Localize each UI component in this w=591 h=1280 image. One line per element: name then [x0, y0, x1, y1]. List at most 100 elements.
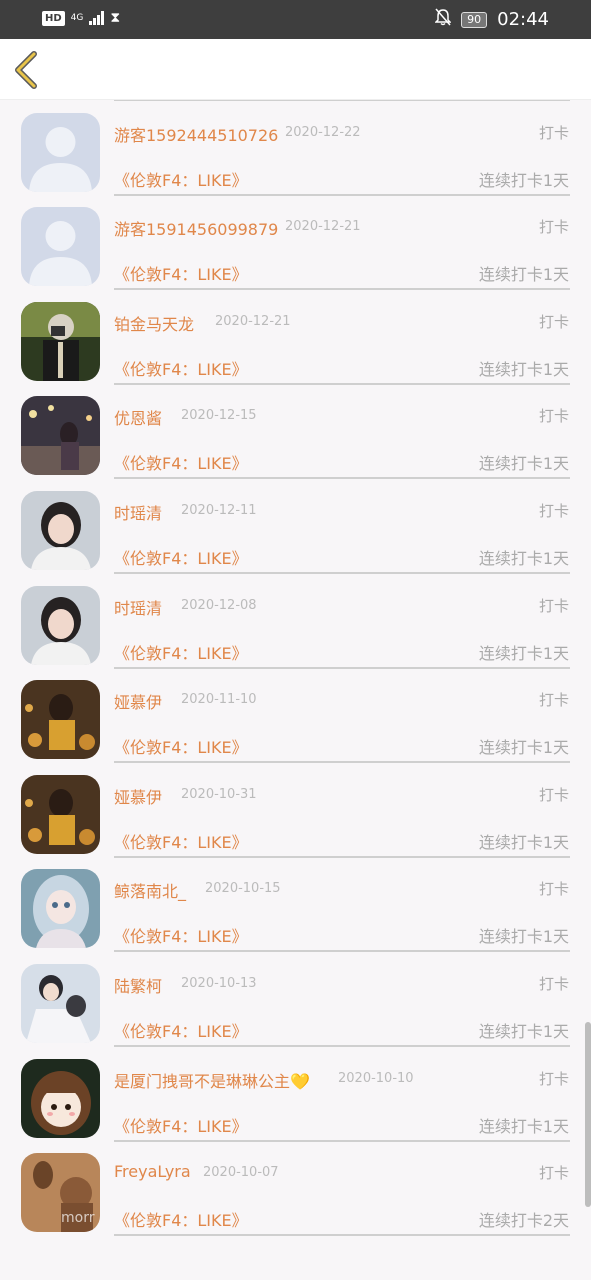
list-item[interactable]: 是厦门拽哥不是琳琳公主💛 2020-10-10 打卡 《伦敦F4：LIKE》 连续打卡1… [0, 1053, 591, 1148]
checkin-label: 打卡 [538, 312, 569, 331]
book-title[interactable]: 《伦敦F4：LIKE》 [114, 640, 248, 664]
checkin-date: 2020-12-22 [285, 124, 361, 140]
list-item[interactable]: morr FreyaLyra 2020-10-07 打卡《伦敦F4：LIKE》 连续打卡… [0, 1147, 591, 1242]
list-item[interactable]: 时瑶清 2020-12-08 打卡《伦敦F4：LIKE》 连续打卡1天 [0, 580, 591, 675]
list-item[interactable]: 《伦敦F4：LIKE》连续打卡1天 [0, 99, 591, 107]
checkin-label: 打卡 [538, 975, 569, 993]
row-divider [114, 288, 570, 291]
checkin-date: 2020-12-11 [181, 503, 257, 518]
row-divider [114, 761, 570, 764]
streak-label: 连续打卡1天 [478, 927, 569, 947]
hourglass-icon: ⧗ [110, 10, 121, 26]
network-type: 4G [70, 12, 84, 23]
avatar[interactable] [21, 112, 100, 192]
user-name[interactable]: 娅慕伊 [114, 689, 162, 713]
streak-label: 连续打卡1天 [478, 170, 569, 190]
checkin-date: 2020-12-15 [181, 408, 257, 424]
checkin-label: 打卡 [538, 218, 569, 237]
list-item[interactable]: 时瑶清 2020-12-11 打卡《伦敦F4：LIKE》 连续打卡1天 [0, 485, 591, 580]
streak-label: 连续打卡1天 [478, 738, 569, 758]
mute-bell-icon [434, 8, 452, 31]
user-name[interactable]: 陆繁柯 [114, 973, 162, 997]
user-name[interactable]: 是厦门拽哥不是琳琳公主💛 [114, 1068, 310, 1092]
streak-label: 连续打卡1天 [478, 359, 569, 379]
streak-label: 连续打卡2天 [478, 1211, 569, 1231]
streak-label: 连续打卡1天 [478, 1022, 569, 1041]
avatar[interactable] [21, 491, 100, 570]
list-item[interactable]: 游客1591456099879 2020-12-21 打卡 《伦敦F4：LIKE》 连续… [0, 201, 591, 296]
avatar-watermark: morr [61, 1210, 95, 1227]
streak-label: 连续打卡1天 [478, 643, 569, 663]
checkin-label: 打卡 [538, 785, 569, 804]
book-title[interactable]: 《伦敦F4：LIKE》 [114, 261, 248, 285]
scrollbar[interactable] [585, 1022, 591, 1207]
checkin-date: 2020-10-31 [181, 786, 257, 802]
book-title[interactable]: 《伦敦F4：LIKE》 [114, 734, 248, 758]
user-name[interactable]: 游客1591456099879 [114, 216, 278, 240]
row-divider [114, 477, 570, 480]
user-name[interactable]: 鲸落南北_ [114, 878, 186, 902]
user-name[interactable]: 游客1592444510726 [114, 122, 278, 146]
streak-label: 连续打卡1天 [478, 549, 569, 568]
row-divider [114, 193, 570, 196]
book-title[interactable]: 《伦敦F4：LIKE》 [114, 545, 248, 569]
checkin-label: 打卡 [538, 880, 569, 899]
list-item[interactable]: 娅慕伊 2020-10-31 打卡《伦敦F4：LIKE》 连续打卡1天 [0, 769, 591, 864]
row-divider [114, 1045, 570, 1047]
checkin-date: 2020-10-07 [203, 1165, 279, 1181]
streak-label: 连续打卡1天 [478, 1116, 569, 1136]
book-title[interactable]: 《伦敦F4：LIKE》 [114, 1207, 248, 1231]
checkin-date: 2020-10-15 [205, 881, 281, 897]
list-item[interactable]: 优恩酱 2020-12-15 打卡 《伦敦F4：LIKE》 连续打卡1天 [0, 390, 591, 485]
row-divider [114, 855, 570, 858]
streak-label: 连续打卡1天 [478, 454, 569, 474]
user-name[interactable]: 优恩酱 [114, 405, 162, 429]
avatar[interactable] [21, 301, 100, 381]
list-item[interactable]: 娅慕伊 2020-11-10 打卡 《伦敦F4：LIKE》 连续打卡1天 [0, 674, 591, 769]
avatar[interactable] [21, 207, 100, 287]
user-name[interactable]: 铂金马天龙 [114, 311, 194, 335]
avatar[interactable]: morr [21, 1153, 100, 1233]
book-title[interactable]: 《伦敦F4：LIKE》 [114, 829, 248, 853]
signal-icon [89, 11, 105, 25]
list-item[interactable]: 鲸落南北_ 2020-10-15 打卡《伦敦F4：LIKE》 连续打卡1天 [0, 863, 591, 958]
list-item[interactable]: 铂金马天龙 2020-12-21 打卡《伦敦F4：LIKE》 连续打卡1天 [0, 296, 591, 391]
user-name[interactable]: 时瑶清 [114, 500, 162, 524]
row-divider [114, 1234, 570, 1237]
checkin-date: 2020-12-21 [285, 219, 361, 235]
avatar[interactable] [21, 680, 100, 760]
book-title[interactable]: 《伦敦F4：LIKE》 [114, 923, 248, 947]
book-title[interactable]: 《伦敦F4：LIKE》 [114, 450, 248, 474]
avatar[interactable] [21, 774, 100, 854]
avatar[interactable] [21, 1058, 100, 1138]
checkin-label: 打卡 [538, 596, 569, 615]
checkin-list[interactable]: 《伦敦F4：LIKE》连续打卡1天游客15924445107262020-12-… [0, 99, 591, 1280]
checkin-date: 2020-12-08 [181, 597, 257, 613]
book-title[interactable]: 《伦敦F4：LIKE》 [114, 1113, 248, 1137]
user-name[interactable]: FreyaLyra [114, 1162, 191, 1181]
hd-icon: HD [42, 10, 65, 26]
book-title[interactable]: 《伦敦F4：LIKE》 [114, 356, 248, 380]
row-divider [114, 572, 570, 574]
checkin-label: 打卡 [538, 1069, 569, 1088]
back-button[interactable] [10, 50, 44, 90]
chevron-left-icon [15, 51, 37, 89]
avatar[interactable] [21, 585, 100, 665]
book-title[interactable]: 《伦敦F4：LIKE》 [114, 167, 248, 191]
row-divider [114, 950, 570, 953]
avatar[interactable] [21, 869, 100, 949]
checkin-date: 2020-10-13 [181, 976, 257, 991]
user-name[interactable]: 娅慕伊 [114, 784, 162, 808]
checkin-date: 2020-11-10 [181, 692, 257, 708]
top-bar [0, 39, 591, 100]
checkin-label: 打卡 [538, 502, 569, 520]
book-title[interactable]: 《伦敦F4：LIKE》 [114, 1018, 248, 1042]
avatar[interactable] [21, 396, 100, 476]
user-name[interactable]: 时瑶清 [114, 595, 162, 619]
checkin-label: 打卡 [538, 1164, 569, 1183]
streak-label: 连续打卡1天 [478, 832, 569, 852]
avatar[interactable] [21, 964, 100, 1043]
list-item[interactable]: 陆繁柯 2020-10-13 打卡《伦敦F4：LIKE》 连续打卡1天 [0, 958, 591, 1053]
checkin-date: 2020-12-21 [215, 313, 291, 329]
list-item[interactable]: 游客1592444510726 2020-12-22 打卡 《伦敦F4：LIKE》 连续… [0, 107, 591, 202]
